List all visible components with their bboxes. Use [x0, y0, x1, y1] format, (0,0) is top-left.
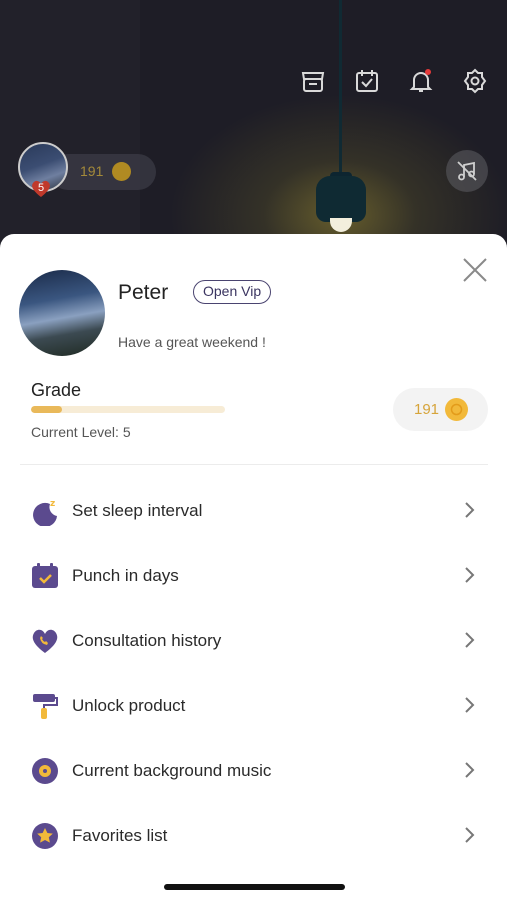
- wall-shade: [0, 0, 140, 260]
- calendar-check-icon: [32, 563, 58, 588]
- mini-profile[interactable]: 5 191: [18, 142, 156, 202]
- chevron-right-icon: [465, 567, 475, 583]
- bell-icon[interactable]: [406, 66, 436, 96]
- menu-item-punch-in-days[interactable]: Punch in days: [0, 543, 507, 608]
- room-background: [0, 0, 507, 260]
- menu-item-sleep-interval[interactable]: z Set sleep interval: [0, 478, 507, 543]
- close-icon: [463, 258, 487, 282]
- menu-item-consultation-history[interactable]: Consultation history: [0, 608, 507, 673]
- menu-item-label: Favorites list: [72, 826, 168, 845]
- close-button[interactable]: [461, 256, 489, 284]
- store-icon[interactable]: [298, 66, 328, 96]
- coin-icon: [445, 398, 468, 421]
- avatar[interactable]: [19, 270, 105, 356]
- menu-item-unlock-product[interactable]: Unlock product: [0, 673, 507, 738]
- pendant-lamp: [316, 176, 366, 222]
- lamp-bulb: [330, 218, 352, 232]
- current-level: Current Level: 5: [31, 424, 131, 440]
- greeting-text: Have a great weekend !: [118, 334, 266, 350]
- chevron-right-icon: [465, 502, 475, 518]
- music-toggle-button[interactable]: [446, 150, 488, 192]
- heart-phone-icon: [32, 629, 58, 653]
- menu-list: z Set sleep interval Punch in days Consu…: [0, 478, 507, 868]
- coin-icon: [112, 162, 131, 181]
- svg-text:z: z: [50, 499, 55, 509]
- grade-progress-fill: [31, 406, 63, 413]
- gear-icon[interactable]: [460, 66, 490, 96]
- current-level-value: 5: [122, 424, 131, 440]
- grade-label: Grade: [31, 380, 82, 400]
- calendar-check-icon[interactable]: [352, 66, 382, 96]
- notification-dot: [425, 69, 431, 75]
- menu-item-background-music[interactable]: Current background music: [0, 738, 507, 803]
- moon-icon: z: [33, 499, 57, 526]
- mini-level-value: 5: [37, 182, 45, 194]
- level-heart-badge: 5: [30, 178, 52, 198]
- username: Peter: [118, 281, 169, 304]
- chevron-right-icon: [465, 827, 475, 843]
- coins-balance[interactable]: 191: [393, 388, 488, 431]
- chevron-right-icon: [465, 632, 475, 648]
- music-disc-icon: [32, 758, 58, 784]
- chevron-right-icon: [465, 762, 475, 778]
- chevron-right-icon: [465, 697, 475, 713]
- paint-roller-icon: [33, 694, 58, 719]
- divider: [20, 464, 488, 465]
- current-level-label: Current Level:: [31, 424, 123, 440]
- coins-count: 191: [414, 401, 440, 418]
- menu-item-label: Punch in days: [72, 566, 179, 585]
- open-vip-button[interactable]: Open Vip: [193, 280, 272, 304]
- music-off-icon: [457, 161, 477, 181]
- grade-progress-bar: [31, 406, 225, 413]
- star-icon: [32, 823, 58, 849]
- menu-item-favorites-list[interactable]: Favorites list: [0, 803, 507, 868]
- profile-sheet: Peter Open Vip Have a great weekend ! Gr…: [0, 234, 507, 900]
- menu-item-label: Set sleep interval: [72, 501, 203, 520]
- mini-coins-count: 191: [80, 163, 104, 179]
- home-indicator[interactable]: [164, 884, 345, 890]
- top-toolbar: [298, 66, 490, 96]
- menu-item-label: Current background music: [72, 761, 272, 780]
- menu-item-label: Consultation history: [72, 631, 222, 650]
- menu-item-label: Unlock product: [72, 696, 186, 715]
